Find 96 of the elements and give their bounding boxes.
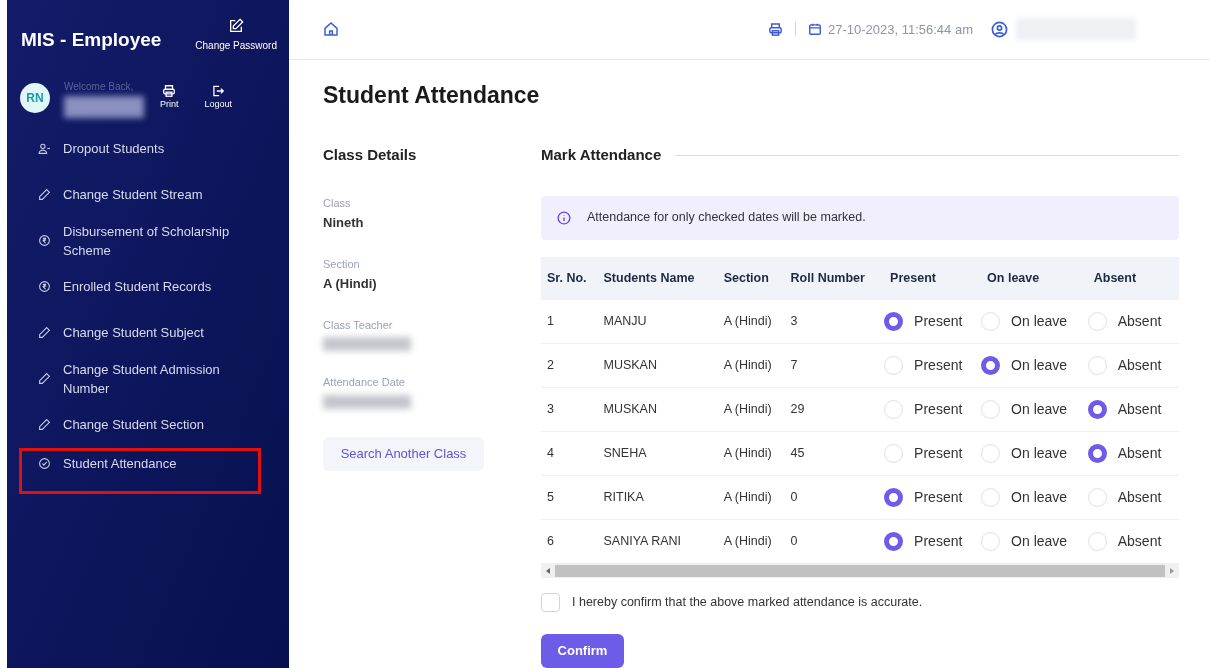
- radio-option[interactable]: On leave: [981, 310, 1088, 332]
- table-cell: 5: [547, 490, 554, 505]
- notice-text: Attendance for only checked dates will be marked.: [587, 209, 866, 227]
- column-header: Sr. No.: [547, 270, 587, 285]
- table-cell: 1: [547, 313, 554, 328]
- edit-icon: [228, 18, 245, 34]
- sidebar-item[interactable]: Enrolled Student Records: [19, 263, 261, 310]
- radio-option[interactable]: Absent: [1087, 443, 1179, 464]
- table-cell: 45: [790, 446, 805, 461]
- radio-option[interactable]: On leave: [981, 487, 1088, 508]
- table-cell: MUSKAN: [603, 402, 657, 417]
- user-icon[interactable]: [991, 20, 1008, 38]
- table-cell: MUSKAN: [603, 358, 657, 373]
- table-cell: A (Hindi): [723, 446, 772, 461]
- table-cell: SANIYA RANI: [603, 534, 682, 549]
- welcome-text: Welcome Back,: [64, 79, 135, 94]
- radio-option[interactable]: Present: [884, 531, 982, 552]
- table-cell: 3: [547, 402, 554, 417]
- table-cell: 0: [790, 534, 798, 549]
- info-icon: [557, 210, 571, 225]
- confirm-label: I hereby confirm that the above marked attendance is accurate.: [572, 594, 923, 612]
- table-cell: SNEHA: [603, 446, 647, 461]
- radio-option[interactable]: Absent: [1087, 487, 1179, 508]
- column-header: Students Name: [603, 270, 695, 285]
- person-icon: [38, 142, 51, 155]
- field-value: A (Hindi): [323, 275, 378, 293]
- table-cell: 2: [547, 358, 554, 373]
- radio-option[interactable]: On leave: [981, 531, 1088, 552]
- search-another-class-button[interactable]: Search Another Class: [323, 436, 484, 471]
- sidebar-item[interactable]: Change Student Admission Number: [19, 355, 261, 402]
- logout-button[interactable]: Logout: [204, 84, 233, 112]
- sidebar-item[interactable]: Disbursement of Scholarship Scheme: [19, 217, 261, 264]
- table-cell: A (Hindi): [723, 358, 772, 373]
- date-time-text: 27-10-2023, 11:56:44 am: [827, 20, 973, 39]
- pencil-icon: [38, 326, 51, 339]
- radio-option[interactable]: Present: [884, 310, 982, 332]
- scroll-left-icon[interactable]: [546, 568, 550, 574]
- radio-option[interactable]: Absent: [1087, 531, 1179, 552]
- table-cell: 0: [790, 490, 798, 505]
- change-password-button[interactable]: Change Password: [195, 18, 277, 53]
- field-label: Attendance Date: [323, 375, 406, 390]
- field-value: Nineth: [323, 214, 365, 232]
- sidebar-item[interactable]: Change Student Stream: [19, 171, 261, 218]
- sidebar-item[interactable]: Dropout Students: [19, 125, 261, 172]
- pencil-icon: [38, 418, 51, 431]
- radio-option[interactable]: Present: [884, 399, 982, 420]
- section-title: Class Details: [323, 145, 418, 165]
- sidebar-item[interactable]: Change Student Subject: [19, 309, 261, 356]
- table-cell: MANJU: [603, 313, 647, 328]
- field-label: Section: [323, 256, 361, 272]
- radio-option[interactable]: Absent: [1087, 399, 1179, 420]
- sidebar-item[interactable]: Change Student Section: [19, 401, 261, 448]
- table-cell: 4: [547, 446, 554, 461]
- radio-option[interactable]: Absent: [1087, 355, 1179, 376]
- calendar-icon: [807, 22, 822, 37]
- confirm-button[interactable]: Confirm: [541, 634, 624, 668]
- field-label: Class Teacher: [323, 317, 394, 333]
- table-cell: A (Hindi): [723, 313, 772, 328]
- table-cell: A (Hindi): [723, 402, 772, 417]
- column-header: Roll Number: [790, 270, 865, 285]
- table-cell: 6: [547, 534, 554, 549]
- column-header: Absent: [1093, 270, 1137, 285]
- print-button[interactable]: Print: [160, 84, 179, 112]
- printer-icon[interactable]: [767, 21, 783, 37]
- column-header: On leave: [987, 270, 1040, 285]
- table-cell: 29: [790, 402, 805, 417]
- table-cell: A (Hindi): [723, 490, 772, 505]
- app-title: MIS - Employee: [21, 28, 162, 52]
- checkbox[interactable]: [541, 593, 560, 612]
- coin-icon: [38, 280, 51, 293]
- section-title: Mark Attendance: [541, 145, 662, 165]
- radio-option[interactable]: Present: [884, 487, 982, 508]
- table-cell: 3: [790, 313, 798, 328]
- avatar: RN: [20, 83, 50, 113]
- table-cell: RITIKA: [603, 490, 644, 505]
- table-cell: 7: [790, 358, 798, 373]
- coin-icon: [38, 234, 51, 247]
- radio-option[interactable]: Present: [884, 355, 982, 376]
- column-header: Present: [890, 270, 936, 285]
- pencil-icon: [38, 188, 51, 201]
- radio-option[interactable]: Present: [884, 443, 982, 464]
- check-circle-icon: [38, 457, 51, 470]
- horizontal-scrollbar[interactable]: [541, 564, 1179, 578]
- logout-icon: [211, 84, 226, 99]
- field-label: Class: [323, 195, 352, 211]
- page-title: Student Attendance: [323, 80, 541, 110]
- radio-option[interactable]: On leave: [981, 399, 1088, 420]
- radio-option[interactable]: On leave: [981, 443, 1088, 464]
- table-cell: A (Hindi): [723, 534, 772, 549]
- radio-option[interactable]: On leave: [981, 355, 1088, 376]
- printer-icon: [162, 84, 177, 99]
- pencil-icon: [38, 372, 51, 385]
- home-icon[interactable]: [323, 21, 339, 38]
- radio-option[interactable]: Absent: [1087, 310, 1179, 332]
- column-header: Section: [723, 270, 769, 285]
- sidebar-item[interactable]: Student Attendance: [19, 447, 261, 494]
